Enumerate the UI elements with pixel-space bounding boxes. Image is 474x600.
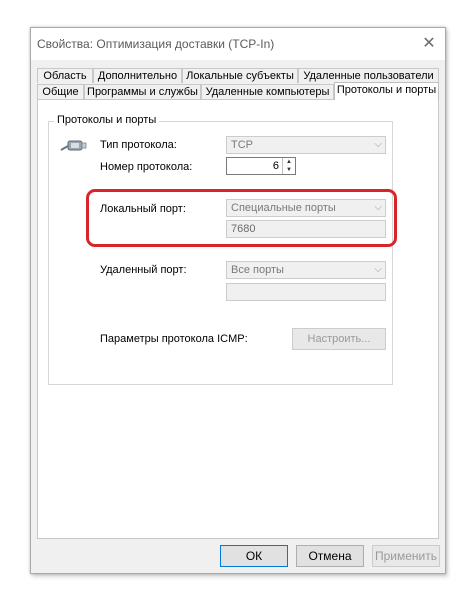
chevron-down-icon: ⌵ (374, 264, 382, 275)
icmp-label: Параметры протокола ICMP: (100, 333, 248, 345)
tab-protocols-ports[interactable]: Протоколы и порты (334, 82, 439, 100)
tab-scope[interactable]: Область (37, 68, 93, 83)
tab-local-principals[interactable]: Локальные субъекты (182, 68, 298, 83)
apply-button[interactable]: Применить (372, 545, 440, 567)
remote-port-input[interactable] (226, 283, 386, 301)
window-title: Свойства: Оптимизация доставки (TCP-In) (37, 37, 275, 51)
groupbox-right-border (392, 121, 393, 384)
cancel-button[interactable]: Отмена (296, 545, 364, 567)
chevron-down-icon: ⌵ (374, 202, 382, 213)
protocol-number-label: Номер протокола: (100, 161, 193, 173)
protocol-number-value: 6 (272, 160, 279, 172)
local-port-select[interactable]: Специальные порты ⌵ (226, 199, 386, 217)
protocol-type-label: Тип протокола: (100, 139, 177, 151)
ok-button[interactable]: ОК (220, 545, 288, 567)
title-bar: Свойства: Оптимизация доставки (TCP-In) … (31, 28, 445, 60)
stepper-arrows-icon[interactable]: ▲ ▼ (282, 158, 295, 174)
groupbox-left-border (48, 121, 49, 384)
remote-port-label: Удаленный порт: (100, 264, 187, 276)
tab-remote-computers[interactable]: Удаленные компьютеры (201, 84, 334, 99)
chevron-down-icon: ⌵ (374, 139, 382, 150)
icmp-configure-button[interactable]: Настроить... (292, 328, 386, 350)
remote-port-select-value: Все порты (231, 264, 284, 276)
groupbox-bottom-border (48, 384, 393, 385)
remote-port-select[interactable]: Все порты ⌵ (226, 261, 386, 279)
local-port-label: Локальный порт: (100, 203, 186, 215)
protocol-type-select[interactable]: TCP ⌵ (226, 136, 386, 154)
protocol-type-value: TCP (231, 139, 253, 151)
local-port-select-value: Специальные порты (231, 202, 336, 214)
group-title: Протоколы и порты (54, 114, 160, 126)
tab-programs-services[interactable]: Программы и службы (84, 84, 201, 99)
tab-general[interactable]: Общие (37, 84, 84, 99)
network-cable-icon (60, 140, 87, 151)
highlight-frame (86, 189, 397, 247)
protocol-number-stepper[interactable]: 6 ▲ ▼ (226, 157, 296, 175)
tab-remote-users[interactable]: Удаленные пользователи (298, 68, 439, 83)
tab-advanced[interactable]: Дополнительно (93, 68, 182, 83)
close-icon[interactable]: ✕ (413, 28, 445, 60)
local-port-value: 7680 (231, 223, 256, 235)
local-port-input[interactable]: 7680 (226, 220, 386, 238)
